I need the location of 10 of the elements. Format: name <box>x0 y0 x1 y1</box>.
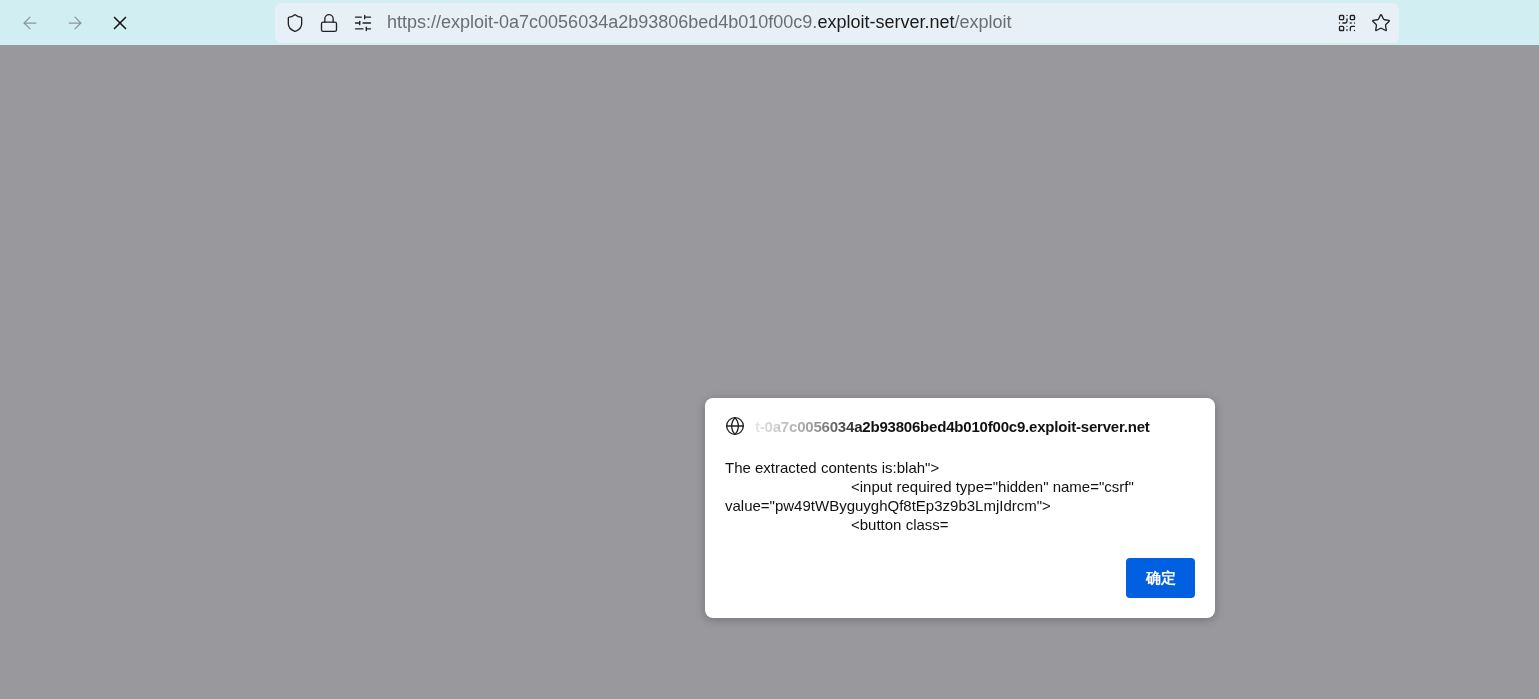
address-bar[interactable]: https://exploit-0a7c0056034a2b93806bed4b010f00c9.exploit-server.net/exploit <box>275 2 1399 43</box>
qr-code-icon[interactable] <box>1337 12 1357 33</box>
url-text: https://exploit-0a7c0056034a2b93806bed4b010f00c9.exploit-server.net/exploit <box>387 12 1013 33</box>
globe-icon <box>725 416 745 436</box>
sliders-icon[interactable] <box>353 12 373 33</box>
shield-icon[interactable] <box>285 12 305 33</box>
lock-icon[interactable] <box>319 12 339 33</box>
ok-button[interactable]: 确定 <box>1126 558 1195 598</box>
dialog-message: The extracted contents is:blah"> <input required type="hidden" name="csrf" value="pw49tWByguyghQf8tEp3z9b3LmjIdrcm"> <button class= <box>725 458 1135 534</box>
star-icon[interactable] <box>1371 12 1391 33</box>
